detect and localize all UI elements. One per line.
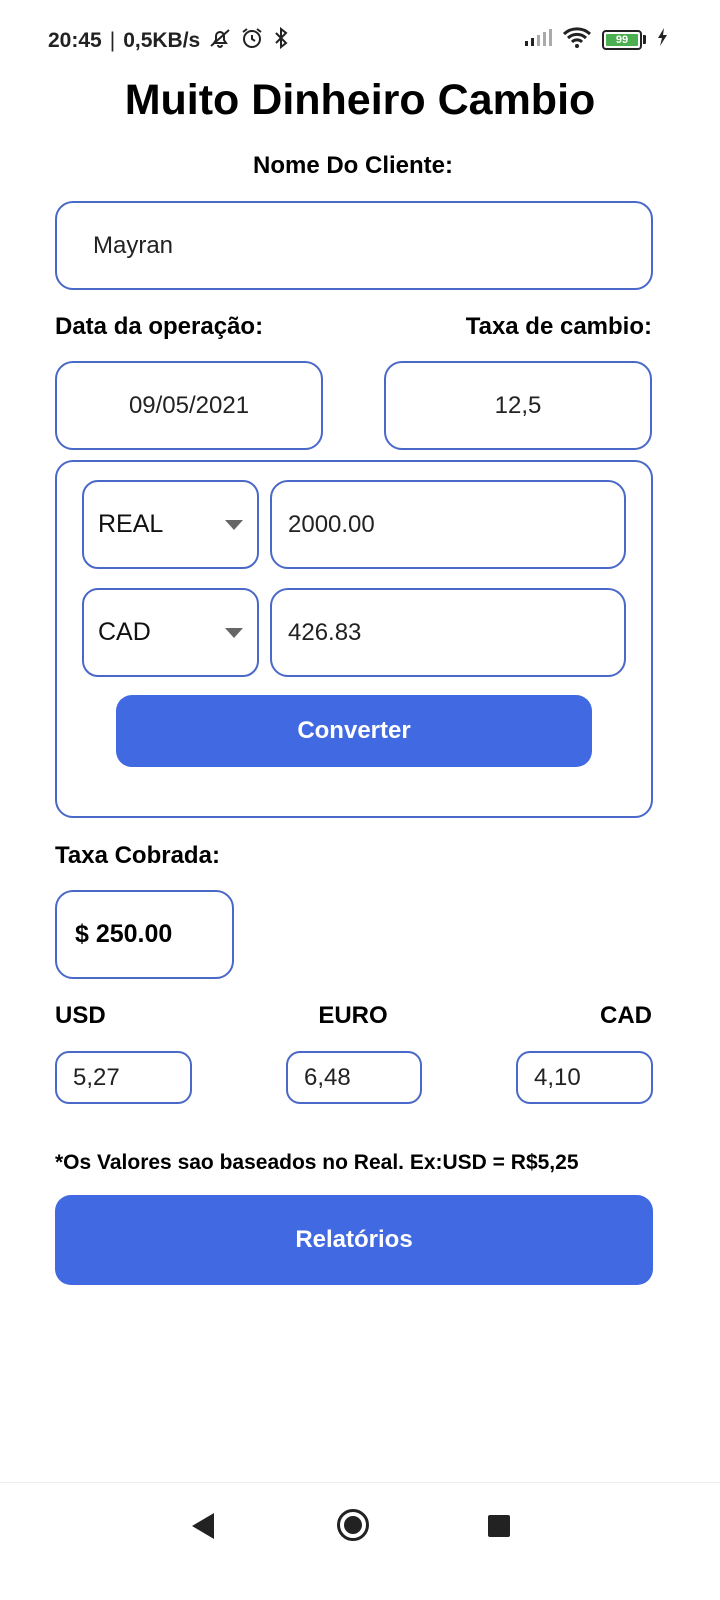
signal-icon xyxy=(524,27,552,52)
status-left: 20:45 | 0,5KB/s xyxy=(48,26,290,56)
from-amount-input[interactable]: 2000.00 xyxy=(270,480,626,569)
euro-label: EURO xyxy=(318,1002,388,1029)
usd-rate-input[interactable]: 5,27 xyxy=(55,1051,192,1104)
mute-bell-icon xyxy=(208,26,232,56)
fee-field[interactable]: $ 250.00 xyxy=(55,890,234,979)
from-currency-value: REAL xyxy=(98,510,164,538)
client-name-label: Nome Do Cliente: xyxy=(252,152,453,179)
from-amount-value: 2000.00 xyxy=(288,510,375,538)
reports-button[interactable]: Relatórios xyxy=(55,1195,653,1285)
status-right: 99 xyxy=(524,26,668,53)
exchange-rate-input[interactable]: 12,5 xyxy=(384,361,652,450)
fee-value: $ 250.00 xyxy=(75,920,173,948)
status-time: 20:45 xyxy=(48,29,102,52)
euro-rate-value: 6,48 xyxy=(304,1063,351,1091)
operation-date-label: Data da operação: xyxy=(55,313,264,340)
euro-rate-input[interactable]: 6,48 xyxy=(286,1051,422,1104)
chevron-down-icon xyxy=(225,627,243,638)
back-icon[interactable] xyxy=(192,1513,214,1539)
battery-tip xyxy=(643,35,646,44)
usd-rate-value: 5,27 xyxy=(73,1063,120,1091)
convert-button[interactable]: Converter xyxy=(116,695,592,767)
cad-rate-value: 4,10 xyxy=(534,1063,581,1091)
alarm-icon xyxy=(240,26,264,56)
to-amount-input[interactable]: 426.83 xyxy=(270,588,626,677)
fee-label: Taxa Cobrada: xyxy=(55,842,220,869)
battery-icon: 99 xyxy=(602,29,646,50)
network-speed: 0,5KB/s xyxy=(123,29,201,52)
navigation-bar xyxy=(0,1482,720,1600)
charging-icon xyxy=(656,27,668,52)
to-amount-value: 426.83 xyxy=(288,618,362,646)
operation-date-value: 09/05/2021 xyxy=(128,391,250,419)
operation-date-input[interactable]: 09/05/2021 xyxy=(55,361,323,450)
exchange-rate-value: 12,5 xyxy=(494,391,542,419)
home-icon[interactable] xyxy=(337,1509,369,1541)
page-title: Muito Dinheiro Cambio xyxy=(124,76,596,124)
recent-apps-icon[interactable] xyxy=(488,1515,510,1537)
chevron-down-icon xyxy=(225,519,243,530)
exchange-rate-label: Taxa de cambio: xyxy=(465,313,652,340)
battery-level: 99 xyxy=(606,33,638,46)
cad-label: CAD xyxy=(600,1002,652,1029)
client-name-value: Mayran xyxy=(93,231,174,259)
client-name-input[interactable]: Mayran xyxy=(55,201,653,290)
from-currency-select[interactable]: REAL xyxy=(82,480,259,569)
to-currency-select[interactable]: CAD xyxy=(82,588,259,677)
home-icon-inner xyxy=(344,1516,362,1534)
rates-note: *Os Valores sao baseados no Real. Ex:USD… xyxy=(55,1151,579,1174)
usd-label: USD xyxy=(55,1002,106,1029)
status-bar: 20:45 | 0,5KB/s 99 xyxy=(0,0,720,80)
to-currency-value: CAD xyxy=(98,618,151,646)
cad-rate-input[interactable]: 4,10 xyxy=(516,1051,653,1104)
bluetooth-icon xyxy=(272,26,290,55)
status-separator: | xyxy=(109,29,116,52)
wifi-icon xyxy=(562,26,592,53)
battery-body: 99 xyxy=(602,29,642,50)
